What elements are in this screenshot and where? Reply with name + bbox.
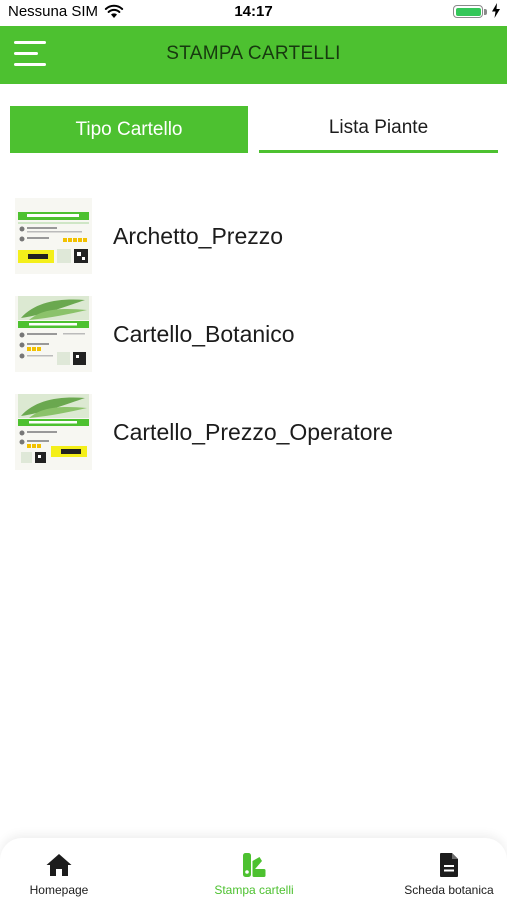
nav-stampa-cartelli[interactable]: Stampa cartelli — [203, 838, 305, 900]
battery-level — [455, 7, 481, 16]
charging-icon — [492, 3, 500, 18]
nav-label: Homepage — [29, 883, 89, 897]
list-item-label: Cartello_Botanico — [113, 321, 295, 347]
app-header: STAMPA CARTELLI — [0, 26, 507, 84]
nav-label: Stampa cartelli — [214, 883, 294, 897]
battery-icon — [453, 5, 483, 18]
list-item[interactable]: Archetto_Prezzo — [0, 192, 507, 278]
tab-label: Lista Piante — [328, 117, 429, 138]
nav-label: Scheda botanica — [404, 883, 494, 897]
battery-cap — [484, 9, 487, 15]
tab-tipo-cartello[interactable]: Tipo Cartello — [10, 106, 248, 153]
bottom-tab-bar: Homepage Stampa cartelli Scheda botanica — [0, 838, 507, 900]
page-title: STAMPA CARTELLI — [166, 43, 341, 64]
list-item[interactable]: Cartello_Botanico — [0, 290, 507, 376]
segmented-tabs: Tipo Cartello Lista Piante — [10, 106, 498, 153]
price-tag-thumbnail — [15, 198, 92, 274]
tab-lista-piante[interactable]: Lista Piante — [259, 106, 498, 153]
botanical-card-thumbnail — [15, 296, 92, 372]
tab-label: Tipo Cartello — [75, 118, 183, 140]
status-bar: Nessuna SIM 14:17 — [0, 0, 507, 26]
document-icon — [440, 853, 458, 877]
list-item-label: Cartello_Prezzo_Operatore — [113, 419, 393, 445]
print-labels-icon — [243, 853, 266, 877]
operator-price-card-thumbnail — [15, 394, 92, 470]
list-item[interactable]: Cartello_Prezzo_Operatore — [0, 388, 507, 474]
app-screen: Nessuna SIM 14:17 STAMPA CARTELLI Tipo C… — [0, 0, 507, 900]
nav-scheda-botanica[interactable]: Scheda botanica — [399, 838, 499, 900]
home-icon — [46, 854, 72, 876]
nav-homepage[interactable]: Homepage — [20, 838, 98, 900]
clock: 14:17 — [234, 3, 273, 20]
list-item-label: Archetto_Prezzo — [113, 223, 284, 249]
